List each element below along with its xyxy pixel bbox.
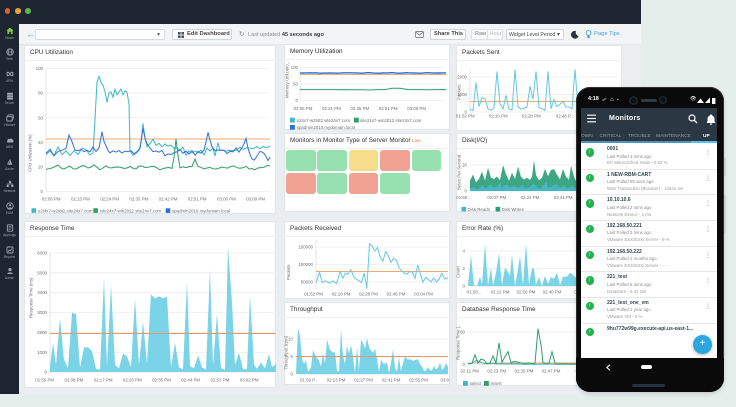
svg-text:02:11 PM: 02:11 PM [460, 369, 479, 374]
svg-text:150000: 150000 [298, 245, 313, 250]
svg-text:4: 4 [463, 249, 466, 254]
svg-text:100000: 100000 [298, 262, 313, 267]
svg-text:02:26 PM: 02:26 PM [123, 377, 142, 382]
svg-text:03:09 PM: 03:09 PM [246, 197, 265, 202]
svg-text:0: 0 [465, 189, 468, 194]
svg-text:02:35 PM: 02:35 PM [515, 369, 534, 374]
svg-text:Response Time (..: Response Time (.. [456, 324, 461, 360]
svg-text:s2t4x7-w2t8t2.site24x7.com: s2t4x7-w2t8t2.site24x7.com [38, 208, 93, 213]
svg-text:02:28 PM: 02:28 PM [522, 114, 541, 119]
svg-text:0: 0 [45, 370, 48, 375]
svg-text:02:53 PM: 02:53 PM [211, 377, 230, 382]
svg-text:s24x7-w2t4t2.site24x7.com: s24x7-w2t4t2.site24x7.com [297, 118, 351, 123]
svg-text:50: 50 [293, 82, 298, 87]
svg-text:Packets: Packets [457, 84, 462, 100]
svg-text:01:52 PM: 01:52 PM [304, 292, 323, 297]
svg-text:02:46 P..: 02:46 P.. [556, 114, 573, 119]
svg-text:Bytes Per Second: Bytes Per Second [457, 154, 462, 190]
svg-text:03:04 PM: 03:04 PM [414, 292, 433, 297]
svg-text:6000: 6000 [37, 251, 47, 256]
svg-text:03:06 PM: 03:06 PM [407, 106, 426, 111]
svg-text:4000: 4000 [37, 290, 47, 295]
svg-text:1000: 1000 [37, 350, 47, 355]
svg-text:0: 0 [291, 372, 294, 377]
svg-text:0: 0 [463, 362, 466, 367]
svg-text:01:58 ..: 01:58 .. [467, 290, 482, 295]
svg-text:Throughput (rpm): Throughput (rpm) [284, 335, 289, 370]
svg-text:02:47 PM: 02:47 PM [542, 369, 561, 374]
svg-text:02:51 PM: 02:51 PM [188, 197, 207, 202]
svg-text:Disk Writes: Disk Writes [502, 207, 525, 212]
svg-text:01:59 P..: 01:59 P.. [300, 378, 317, 383]
svg-text:01:52 PM: 01:52 PM [456, 114, 475, 119]
svg-text:40: 40 [38, 140, 43, 145]
svg-text:Response Time (ms): Response Time (ms) [29, 277, 34, 318]
svg-text:3000: 3000 [37, 310, 47, 315]
svg-text:2: 2 [463, 266, 466, 271]
svg-text:insert: insert [491, 381, 503, 386]
svg-text:02:40 PM: 02:40 PM [543, 290, 562, 295]
svg-text:spadmin2010.mydomain.local: spadmin2010.mydomain.local [172, 208, 230, 213]
svg-text:0: 0 [296, 98, 299, 103]
svg-text:02:41 PM: 02:41 PM [554, 195, 573, 200]
svg-text:02:07 PM: 02:07 PM [487, 195, 506, 200]
svg-text:20: 20 [462, 163, 467, 168]
svg-text:Packets: Packets [286, 264, 291, 280]
svg-text:50: 50 [460, 330, 465, 335]
svg-text:02:12 PM: 02:12 PM [491, 290, 510, 295]
svg-text:03:0..: 03:0.. [441, 378, 451, 383]
svg-text:02:24 PM: 02:24 PM [100, 197, 119, 202]
svg-text:02:26 PM: 02:26 PM [517, 290, 536, 295]
svg-text:02:42 PM: 02:42 PM [159, 197, 178, 202]
svg-text:02:21 PM: 02:21 PM [322, 106, 341, 111]
svg-text:03:00 PM: 03:00 PM [217, 197, 236, 202]
svg-text:02:36 PM: 02:36 PM [350, 106, 369, 111]
svg-text:02:27 PM: 02:27 PM [354, 378, 373, 383]
svg-text:02:24 PM: 02:24 PM [521, 195, 540, 200]
svg-text:site24x7-win2012.site24x7.com: site24x7-win2012.site24x7.com [360, 118, 422, 123]
svg-text:03:02 PM: 03:02 PM [240, 377, 259, 382]
svg-text:100: 100 [36, 66, 44, 71]
svg-text:60: 60 [38, 115, 43, 120]
svg-text:02:44 PM: 02:44 PM [181, 377, 200, 382]
svg-text:02:06 PM: 02:06 PM [294, 106, 313, 111]
svg-text:5: 5 [291, 354, 294, 359]
svg-text:02:23 PM: 02:23 PM [487, 369, 506, 374]
svg-text:02:17 PM: 02:17 PM [94, 377, 113, 382]
svg-text:10: 10 [288, 337, 293, 342]
svg-text:02:10 PM: 02:10 PM [332, 292, 351, 297]
svg-text:100: 100 [291, 65, 299, 70]
svg-text:02:06 PM: 02:06 PM [42, 197, 61, 202]
svg-text:02:13 PM: 02:13 PM [327, 378, 346, 383]
svg-text:02:15 PM: 02:15 PM [71, 197, 90, 202]
svg-text:02:08 PM: 02:08 PM [65, 377, 84, 382]
svg-text:0: 0 [463, 284, 466, 289]
svg-text:02:10 PM: 02:10 PM [489, 114, 508, 119]
svg-text:02:55 PM: 02:55 PM [409, 378, 428, 383]
svg-text:spadmin2010.mydomain.local: spadmin2010.mydomain.local [297, 125, 355, 130]
svg-text:2000: 2000 [457, 75, 467, 80]
svg-text:20: 20 [38, 165, 43, 170]
svg-text:02:46 PM: 02:46 PM [387, 292, 406, 297]
svg-text:50000: 50000 [301, 280, 314, 285]
svg-text:02:35 PM: 02:35 PM [152, 377, 171, 382]
svg-text:5000: 5000 [37, 270, 47, 275]
svg-text:site24x7-win2012.site24x7.com: site24x7-win2012.site24x7.com [100, 208, 162, 213]
svg-text:02:33 PM: 02:33 PM [129, 197, 148, 202]
svg-text:CPU Utilization (%): CPU Utilization (%) [28, 134, 33, 172]
svg-text:02:41 PM: 02:41 PM [382, 378, 401, 383]
svg-text:01:59 PM: 01:59 PM [35, 377, 54, 382]
svg-text:0: 0 [41, 189, 44, 194]
svg-text:Memory Utilizatio..: Memory Utilizatio.. [284, 62, 289, 98]
svg-text:80: 80 [38, 91, 43, 96]
svg-text:Count: Count [456, 266, 461, 278]
svg-text:Disk Reads: Disk Reads [468, 207, 491, 212]
svg-text:02:51 PM: 02:51 PM [379, 106, 398, 111]
svg-text:2500: 2500 [37, 330, 47, 335]
svg-text:select: select [470, 381, 482, 386]
svg-text:01:50 ..: 01:50 .. [456, 195, 471, 200]
svg-text:02:28 PM: 02:28 PM [359, 292, 378, 297]
